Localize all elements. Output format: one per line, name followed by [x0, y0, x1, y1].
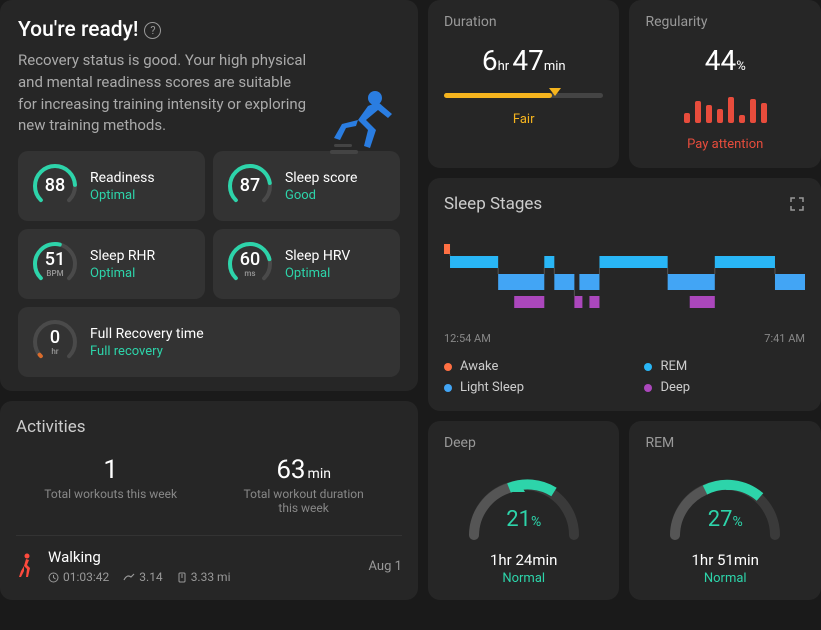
duration-value: 6hr 47min	[444, 44, 604, 77]
sleep-hypnogram	[444, 234, 805, 324]
activity-pace: 3.14	[123, 570, 162, 584]
metric-label: Sleep score	[285, 169, 357, 187]
activity-item[interactable]: Walking 01:03:42 3.14 3.33 mi Aug 1	[16, 535, 402, 584]
deep-title: Deep	[444, 435, 604, 451]
regularity-bar	[695, 101, 701, 123]
metric-tile[interactable]: 60ms Sleep HRV Optimal	[213, 229, 400, 299]
duration-status: Fair	[444, 112, 604, 127]
gauge-icon: 51BPM	[30, 239, 80, 289]
metric-label: Sleep RHR	[90, 247, 155, 265]
metric-status: Optimal	[285, 266, 350, 281]
metric-status: Good	[285, 188, 357, 203]
regularity-card[interactable]: Regularity 44% Pay attention	[629, 0, 821, 168]
runner-icon	[320, 88, 400, 158]
readiness-title: You're ready!	[18, 18, 138, 42]
activity-name: Walking	[48, 548, 357, 566]
deep-status: Normal	[444, 571, 604, 586]
activity-date: Aug 1	[369, 559, 402, 574]
expand-icon[interactable]	[789, 196, 805, 212]
activities-title: Activities	[16, 417, 402, 437]
activities-card: Activities 1 Total workouts this week 63…	[0, 401, 418, 600]
metric-status: Full recovery	[90, 344, 204, 359]
regularity-title: Regularity	[645, 14, 805, 30]
sleep-end-time: 7:41 AM	[764, 332, 805, 345]
deep-gauge: 21%	[459, 465, 589, 545]
rem-card[interactable]: REM 27% 1hr 51min Normal	[629, 421, 821, 600]
sleep-stages-title: Sleep Stages	[444, 194, 542, 214]
sleep-start-time: 12:54 AM	[444, 332, 491, 345]
gauge-icon: 0hr	[30, 317, 80, 367]
gauge-icon: 88	[30, 161, 80, 211]
rem-duration: 1hr 51min	[645, 551, 805, 569]
readiness-description: Recovery status is good. Your high physi…	[18, 50, 308, 137]
rem-title: REM	[645, 435, 805, 451]
gauge-icon: 87	[225, 161, 275, 211]
regularity-bar	[739, 115, 745, 123]
metric-status: Optimal	[90, 266, 155, 281]
metric-tile[interactable]: 0hr Full Recovery time Full recovery	[18, 307, 400, 377]
regularity-bar	[717, 109, 723, 123]
metric-tile[interactable]: 88 Readiness Optimal	[18, 151, 205, 221]
total-duration-stat: 63min Total workout duration this week	[234, 455, 374, 515]
regularity-bar	[761, 103, 767, 123]
duration-title: Duration	[444, 14, 604, 30]
regularity-value: 44%	[645, 44, 805, 77]
gauge-icon: 60ms	[225, 239, 275, 289]
regularity-bar	[728, 97, 734, 123]
help-icon[interactable]: ?	[144, 22, 161, 39]
walking-icon	[16, 553, 36, 579]
readiness-card: You're ready! ? Recovery status is good.…	[0, 0, 418, 391]
regularity-bar	[706, 105, 712, 123]
regularity-bars	[645, 93, 805, 123]
rem-gauge: 27%	[660, 465, 790, 545]
deep-card[interactable]: Deep 21% 1hr 24min Normal	[428, 421, 620, 600]
deep-duration: 1hr 24min	[444, 551, 604, 569]
metric-status: Optimal	[90, 188, 155, 203]
metric-label: Readiness	[90, 169, 155, 187]
metric-tile[interactable]: 51BPM Sleep RHR Optimal	[18, 229, 205, 299]
metric-label: Full Recovery time	[90, 325, 204, 343]
activity-distance: 3.33 mi	[177, 570, 231, 584]
duration-bar	[444, 93, 604, 98]
sleep-stages-card: Sleep Stages	[428, 178, 821, 411]
rem-status: Normal	[645, 571, 805, 586]
metric-label: Sleep HRV	[285, 247, 350, 265]
total-workouts-stat: 1 Total workouts this week	[44, 455, 177, 515]
regularity-status: Pay attention	[645, 137, 805, 152]
regularity-bar	[750, 99, 756, 123]
sleep-legend: Awake REM Light Sleep Deep	[444, 359, 805, 395]
duration-card[interactable]: Duration 6hr 47min Fair	[428, 0, 620, 168]
regularity-bar	[684, 113, 690, 123]
activity-time: 01:03:42	[48, 570, 109, 584]
metric-tile[interactable]: 87 Sleep score Good	[213, 151, 400, 221]
